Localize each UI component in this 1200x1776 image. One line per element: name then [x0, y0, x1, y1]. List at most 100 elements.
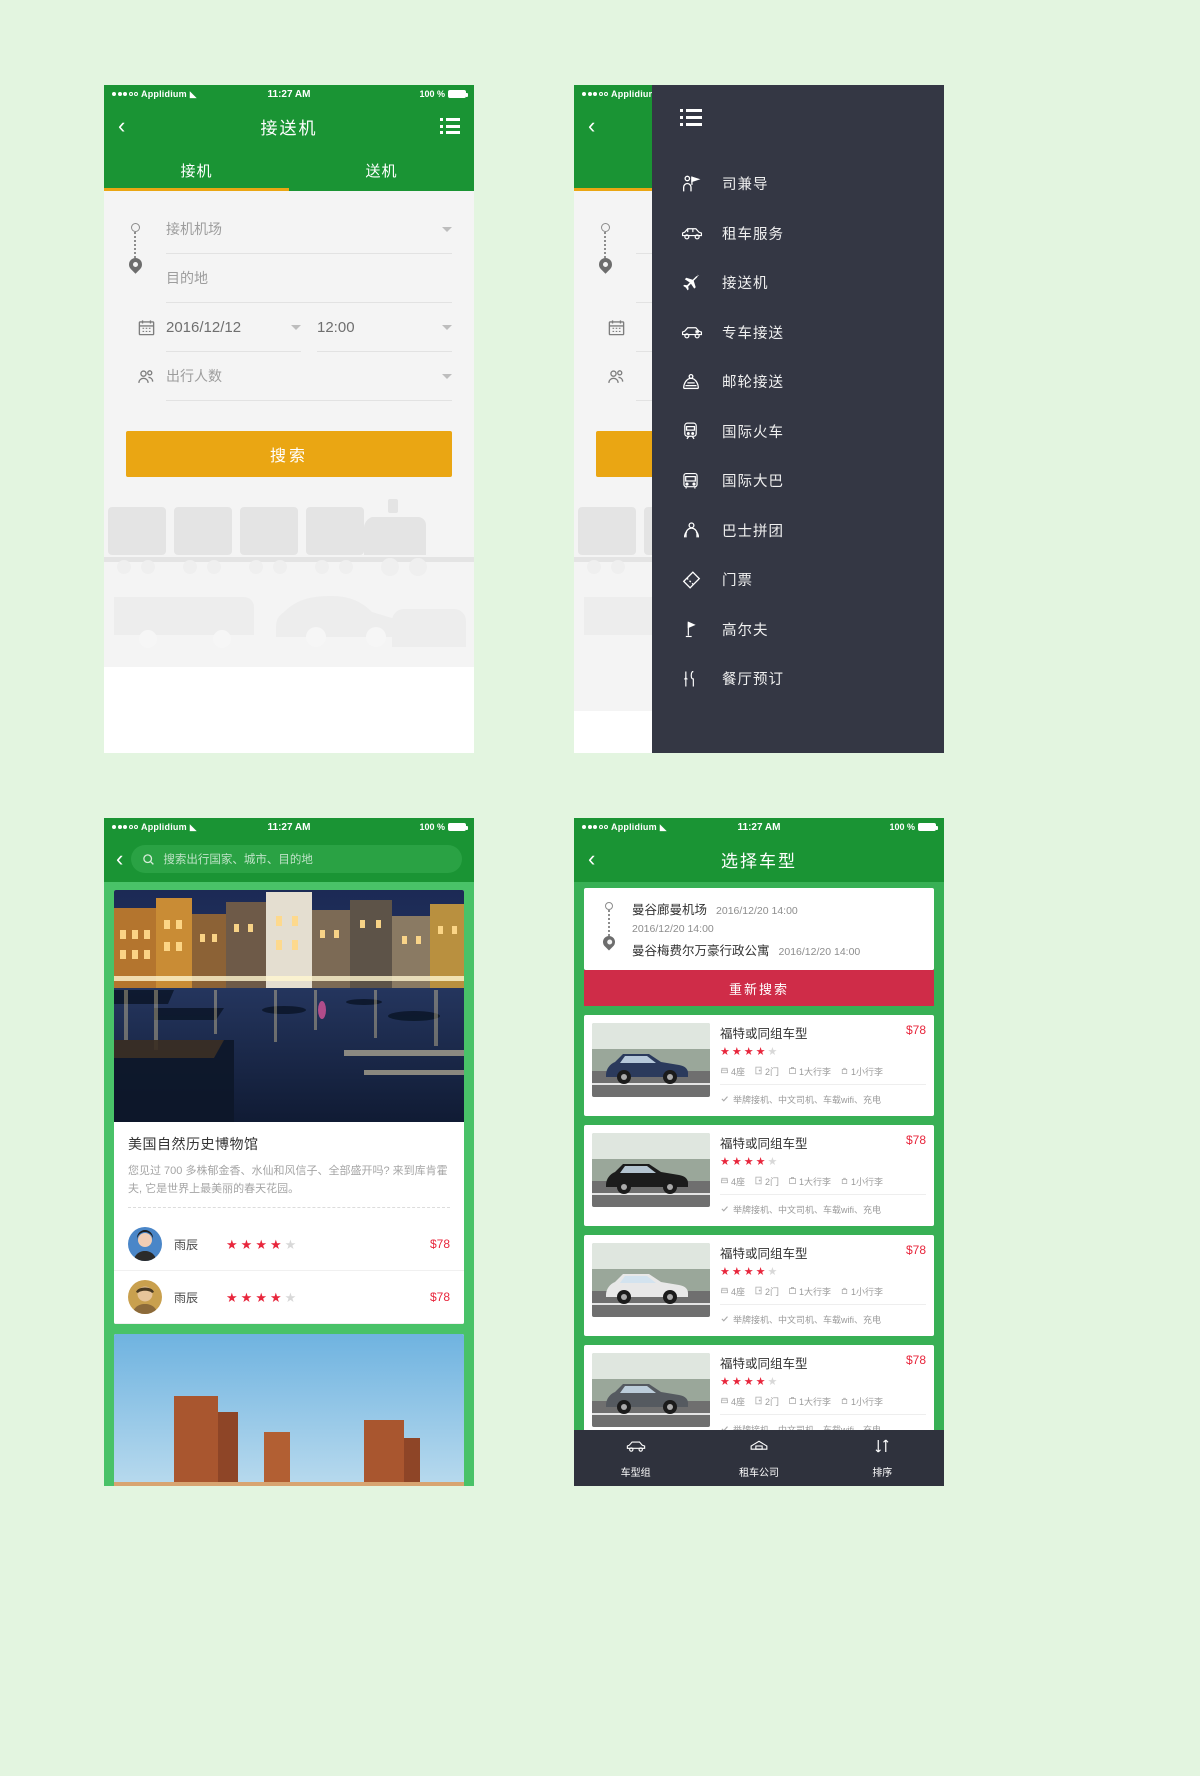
- menu-button[interactable]: [440, 118, 460, 134]
- car-spec: 2门: [754, 1175, 779, 1188]
- screen-select-car: Applidium ◣ 11:27 AM 100 % ‹ 选择车型 曼谷廊曼机场…: [574, 818, 944, 1486]
- drawer-item-label: 门票: [722, 573, 753, 590]
- map-pin-icon: [125, 255, 145, 274]
- dotted-line: [134, 232, 136, 258]
- spec-label: 1大行李: [799, 1067, 832, 1077]
- back-button[interactable]: ‹: [118, 115, 125, 137]
- car-features-label: 举牌接机、中文司机、车载wifi、充电: [733, 1314, 881, 1325]
- spec-label: 2门: [765, 1397, 780, 1407]
- trip-details: 曼谷廊曼机场 2016/12/20 14:00 2016/12/20 14:00…: [632, 899, 922, 959]
- drawer-item-2[interactable]: 租车服务: [652, 209, 944, 259]
- car-card[interactable]: 福特或同组车型$78★★★★★4座2门1大行李1小行李举牌接机、中文司机、车载w…: [584, 1235, 934, 1336]
- back-button[interactable]: ‹: [116, 848, 123, 870]
- bottom-tab-2[interactable]: 租车公司: [697, 1430, 820, 1486]
- route-indicator: [104, 205, 166, 303]
- avatar-image: [128, 1227, 162, 1262]
- spec-icon: [840, 1396, 849, 1407]
- drawer-item-6[interactable]: 国际火车: [652, 407, 944, 457]
- spec-icon: [788, 1396, 797, 1407]
- search-button[interactable]: 搜索: [126, 431, 452, 477]
- car-spec: 4座: [720, 1175, 745, 1188]
- drawer-item-9[interactable]: 门票: [652, 555, 944, 605]
- destination-input[interactable]: 目的地: [166, 254, 452, 303]
- car-features-label: 举牌接机、中文司机、车载wifi、充电: [733, 1204, 881, 1215]
- star-icon: ★: [269, 1236, 282, 1252]
- drawer-item-10[interactable]: 高尔夫: [652, 605, 944, 655]
- drawer-item-5[interactable]: 邮轮接送: [652, 357, 944, 407]
- calendar-icon: [596, 318, 636, 337]
- bottom-tab-3[interactable]: 排序: [821, 1430, 944, 1486]
- pickup-airport-placeholder: 接机机场: [166, 221, 222, 237]
- car-name: 福特或同组车型: [720, 1357, 808, 1371]
- star-icon: ★: [755, 1266, 766, 1278]
- tab-pickup[interactable]: 接机: [104, 149, 289, 191]
- car-features: 举牌接机、中文司机、车载wifi、充电: [720, 1084, 926, 1108]
- tab-active-underline: [104, 188, 289, 191]
- star-rating: ★ ★ ★ ★ ★: [720, 1377, 926, 1388]
- drawer-item-11[interactable]: 餐厅预订: [652, 654, 944, 704]
- star-icon: ★: [755, 1156, 766, 1168]
- card-title: 美国自然历史博物馆: [128, 1136, 259, 1152]
- navbar-4: ‹ 选择车型: [574, 836, 944, 882]
- drawer-item-8[interactable]: 巴士拼团: [652, 506, 944, 556]
- passengers-input[interactable]: 出行人数: [166, 352, 452, 401]
- star-icon: ★: [284, 1236, 297, 1252]
- bottom-tab-1[interactable]: 车型组: [574, 1430, 697, 1486]
- spec-label: 2门: [765, 1067, 780, 1077]
- review-row[interactable]: 雨辰 ★ ★ ★ ★ ★ $78: [114, 1218, 464, 1272]
- spec-icon: [788, 1066, 797, 1077]
- trip-mid-datetime: 2016/12/20 14:00: [632, 923, 714, 935]
- list-menu-icon: [440, 118, 460, 134]
- car-card[interactable]: 福特或同组车型$78★★★★★4座2门1大行李1小行李举牌接机、中文司机、车载w…: [584, 1125, 934, 1226]
- bus-icon: [680, 470, 722, 492]
- people-icon: [126, 367, 166, 387]
- spec-label: 4座: [731, 1067, 746, 1077]
- time-picker[interactable]: 12:00: [317, 303, 452, 352]
- back-button[interactable]: ‹: [588, 115, 595, 137]
- destination-card[interactable]: 美国自然历史博物馆 您见过 700 多株郁金香、水仙和风信子、全部盛开吗? 来到…: [114, 890, 464, 1325]
- spec-icon: [788, 1286, 797, 1297]
- vehicles-illustration-svg: [104, 499, 474, 648]
- review-row[interactable]: 雨辰 ★ ★ ★ ★ ★ $78: [114, 1271, 464, 1325]
- back-button[interactable]: ‹: [588, 848, 595, 870]
- card-description: 您见过 700 多株郁金香、水仙和风信子、全部盛开吗? 来到库肯霍夫, 它是世界…: [128, 1165, 448, 1196]
- trip-summary-card[interactable]: 曼谷廊曼机场 2016/12/20 14:00 2016/12/20 14:00…: [584, 888, 934, 970]
- trip-destination: 曼谷梅费尔万豪行政公寓: [632, 944, 770, 958]
- car-spec: 1小行李: [840, 1395, 883, 1408]
- destination-placeholder: 目的地: [166, 270, 208, 286]
- research-button[interactable]: 重新搜索: [584, 970, 934, 1006]
- star-icon: ★: [767, 1156, 778, 1168]
- tab-dropoff[interactable]: 送机: [289, 149, 474, 191]
- car-spec: 1大行李: [788, 1395, 831, 1408]
- status-bar-1: Applidium ◣ 11:27 AM 100 %: [104, 85, 474, 103]
- car-rental-icon: [680, 222, 722, 244]
- trip-origin-datetime: 2016/12/20 14:00: [716, 905, 798, 917]
- check-icon: [720, 1310, 729, 1328]
- search-input[interactable]: 搜索出行国家、城市、目的地: [131, 845, 462, 873]
- page-title: 选择车型: [721, 851, 797, 871]
- train-icon: [680, 420, 722, 442]
- date-picker[interactable]: 2016/12/12: [166, 303, 301, 352]
- list-menu-icon[interactable]: [680, 108, 702, 126]
- drawer-item-4[interactable]: 专车接送: [652, 308, 944, 358]
- drawer-item-1[interactable]: 司兼导: [652, 159, 944, 209]
- pickup-airport-input[interactable]: 接机机场: [166, 205, 452, 254]
- trip-destination-line: 曼谷梅费尔万豪行政公寓 2016/12/20 14:00: [632, 940, 922, 959]
- guide-icon: [680, 173, 722, 195]
- reviewer-name: 雨辰: [174, 1290, 199, 1305]
- transfer-form: 接机机场 目的地 2016/12/12 12:00 出行人数 搜索: [104, 191, 474, 477]
- drawer-item-7[interactable]: 国际大巴: [652, 456, 944, 506]
- star-rating: ★ ★ ★ ★ ★: [226, 1291, 296, 1304]
- spec-icon: [720, 1286, 729, 1297]
- drawer-item-3[interactable]: 接送机: [652, 258, 944, 308]
- star-rating: ★ ★ ★ ★ ★: [226, 1238, 296, 1251]
- car-spec: 1小行李: [840, 1065, 883, 1078]
- bottom-tab-label: 租车公司: [738, 1468, 779, 1479]
- spec-label: 1小行李: [851, 1287, 884, 1297]
- spec-icon: [720, 1176, 729, 1187]
- star-icon: ★: [767, 1266, 778, 1278]
- destination-card-2[interactable]: [114, 1334, 464, 1486]
- passengers-row: 出行人数: [104, 352, 474, 401]
- car-card[interactable]: 福特或同组车型$78★★★★★4座2门1大行李1小行李举牌接机、中文司机、车载w…: [584, 1015, 934, 1116]
- car-info: 福特或同组车型$78★★★★★4座2门1大行李1小行李举牌接机、中文司机、车载w…: [720, 1353, 926, 1438]
